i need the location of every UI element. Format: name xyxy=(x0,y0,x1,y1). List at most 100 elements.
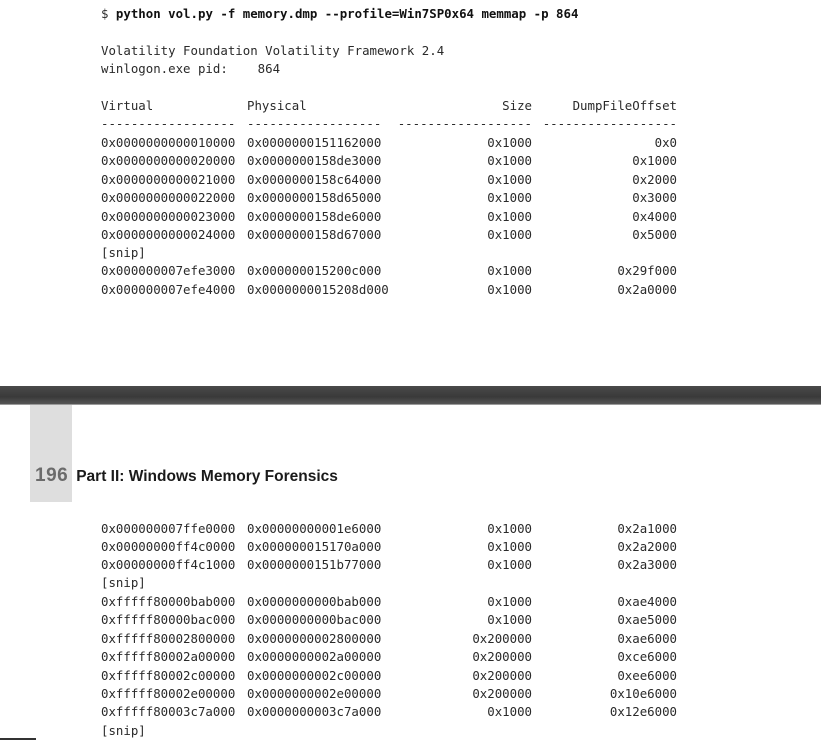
page-break-shadow xyxy=(0,404,821,405)
table-row: 0xfffff80000bac000 0x0000000000bac000 0x10… xyxy=(0,611,821,630)
table-separator-row: ------------------ ------------------ --… xyxy=(0,115,821,134)
cell-physical: 0x0000000158de3000 xyxy=(247,153,382,169)
table-row: 0xfffff80002a00000 0x0000000002a00000 0x20… xyxy=(0,648,821,667)
cell-dumpfileoffset: 0x2000 xyxy=(632,171,677,187)
cell-size: 0x200000 xyxy=(472,686,532,701)
table-row: 0x0000000000023000 0x0000000158de6000 0x10… xyxy=(0,208,821,227)
cell-dumpfileoffset: 0xae6000 xyxy=(617,630,677,646)
snip-marker: [snip] xyxy=(101,245,146,260)
cell-size: 0x1000 xyxy=(487,557,532,573)
cell-physical: 0x00000000001e6000 xyxy=(247,521,382,536)
cell-dumpfileoffset: 0x2a2000 xyxy=(617,539,677,555)
cell-virtual: 0x00000000ff4c0000 xyxy=(101,539,236,555)
cell-virtual: 0x000000007ffe0000 xyxy=(101,521,236,536)
page-number: 196 xyxy=(35,465,69,486)
cell-size: 0x1000 xyxy=(487,594,532,609)
cell-dumpfileoffset: 0x2a0000 xyxy=(617,281,677,297)
cell-size: 0x1000 xyxy=(487,190,532,206)
cell-physical: 0x0000000158de6000 xyxy=(247,208,382,224)
pid-line: winlogon.exe pid: 864 xyxy=(101,60,280,79)
cell-virtual: 0x0000000000010000 xyxy=(101,135,236,150)
separator-virtual: ------------------ xyxy=(101,116,236,131)
running-header: 196 Part II: Windows Memory Forensics xyxy=(35,465,338,487)
command-line: $ python vol.py -f memory.dmp --profile=… xyxy=(101,5,578,24)
cell-size: 0x1000 xyxy=(487,539,532,555)
table-row: 0x0000000000024000 0x0000000158d67000 0x10… xyxy=(0,226,821,245)
top-page-fragment: $ python vol.py -f memory.dmp --profile=… xyxy=(0,0,821,386)
cell-physical: 0x0000000158c64000 xyxy=(247,171,382,187)
separator-physical: ------------------ xyxy=(247,116,382,131)
cell-dumpfileoffset: 0x4000 xyxy=(632,208,677,224)
cell-physical: 0x0000000003c7a000 xyxy=(247,704,382,720)
cell-dumpfileoffset: 0x2a3000 xyxy=(617,557,677,573)
cell-physical: 0x0000000000bac000 xyxy=(247,612,382,628)
cell-virtual: 0x0000000000020000 xyxy=(101,153,236,169)
cell-physical: 0x0000000015208d000 xyxy=(247,281,389,297)
cell-dumpfileoffset: 0x3000 xyxy=(632,190,677,206)
page-break-bar xyxy=(0,386,821,404)
cell-dumpfileoffset: 0x12e6000 xyxy=(609,704,677,720)
cell-physical: 0x0000000002800000 xyxy=(247,630,382,646)
cell-virtual: 0xfffff80002e00000 xyxy=(101,686,236,701)
table-row: 0x00000000ff4c0000 0x000000015170a000 0x10… xyxy=(0,538,821,557)
pid-label: winlogon.exe pid: xyxy=(101,61,228,76)
table-row: 0x000000007efe4000 0x0000000015208d000 0x1… xyxy=(0,281,821,300)
cell-size: 0x1000 xyxy=(487,612,532,628)
table-row: 0x0000000000021000 0x0000000158c64000 0x10… xyxy=(0,171,821,190)
cell-physical: 0x0000000158d65000 xyxy=(247,190,382,206)
command-text: python vol.py -f memory.dmp --profile=Wi… xyxy=(115,6,579,21)
snip-marker: [snip] xyxy=(101,723,146,738)
table-row: 0x000000007efe3000 0x000000015200c000 0x10… xyxy=(0,262,821,281)
cell-dumpfileoffset: 0x0 xyxy=(654,135,677,150)
cell-physical: 0x0000000151162000 xyxy=(247,135,382,150)
cell-virtual: 0x0000000000021000 xyxy=(101,171,236,187)
table-row: 0xfffff80003c7a000 0x0000000003c7a000 0x10… xyxy=(0,703,821,722)
cell-physical: 0x0000000002c00000 xyxy=(247,667,382,683)
table-row: 0x0000000000010000 0x0000000151162000 0x10… xyxy=(0,134,821,153)
cell-size: 0x1000 xyxy=(487,135,532,150)
header-virtual: Virtual xyxy=(101,98,154,113)
cell-size: 0x1000 xyxy=(487,153,532,169)
cell-size: 0x1000 xyxy=(487,521,532,536)
cell-physical: 0x0000000000bab000 xyxy=(247,594,382,609)
volatility-banner: Volatility Foundation Volatility Framewo… xyxy=(101,43,445,58)
cell-dumpfileoffset: 0x5000 xyxy=(632,227,677,242)
header-size: Size xyxy=(502,98,532,113)
cell-dumpfileoffset: 0x1000 xyxy=(632,153,677,169)
cell-size: 0x1000 xyxy=(487,208,532,224)
cell-physical: 0x0000000002a00000 xyxy=(247,649,382,665)
cell-physical: 0x0000000151b77000 xyxy=(247,557,382,573)
cell-size: 0x1000 xyxy=(487,704,532,720)
cell-physical: 0x0000000158d67000 xyxy=(247,227,382,242)
cell-dumpfileoffset: 0x29f000 xyxy=(617,263,677,278)
cell-size: 0x200000 xyxy=(472,630,532,646)
table-row: 0xfffff80002e00000 0x0000000002e00000 0x20… xyxy=(0,685,821,704)
cell-virtual: 0x000000007efe3000 xyxy=(101,263,236,278)
cell-dumpfileoffset: 0x10e6000 xyxy=(609,686,677,701)
cell-physical: 0x000000015200c000 xyxy=(247,263,382,278)
cell-size: 0x200000 xyxy=(472,667,532,683)
table-row: 0x000000007ffe0000 0x00000000001e6000 0x10… xyxy=(0,520,821,539)
cell-virtual: 0x0000000000022000 xyxy=(101,190,236,206)
cell-virtual: 0x0000000000024000 xyxy=(101,227,236,242)
cell-virtual: 0xfffff80002800000 xyxy=(101,630,236,646)
table-row: 0x00000000ff4c1000 0x0000000151b77000 0x10… xyxy=(0,556,821,575)
table-row: 0x0000000000022000 0x0000000158d65000 0x10… xyxy=(0,189,821,208)
separator-offset: ------------------ xyxy=(542,116,677,131)
cell-dumpfileoffset: 0xce6000 xyxy=(617,649,677,665)
cell-physical: 0x000000015170a000 xyxy=(247,539,382,555)
table-row: 0x0000000000020000 0x0000000158de3000 0x10… xyxy=(0,152,821,171)
cell-virtual: 0xfffff80002a00000 xyxy=(101,649,236,665)
table-row: 0xfffff80002800000 0x0000000002800000 0x20… xyxy=(0,630,821,649)
cell-size: 0x1000 xyxy=(487,281,532,297)
cell-dumpfileoffset: 0xee6000 xyxy=(617,667,677,683)
pid-value: 864 xyxy=(257,61,281,76)
cell-size: 0x200000 xyxy=(472,649,532,665)
header-dumpfileoffset: DumpFileOffset xyxy=(572,98,677,113)
table-row: 0xfffff80002c00000 0x0000000002c00000 0x20… xyxy=(0,667,821,686)
cell-dumpfileoffset: 0x2a1000 xyxy=(617,521,677,536)
footer-rule xyxy=(0,738,36,740)
header-physical: Physical xyxy=(247,98,307,113)
cell-size: 0x1000 xyxy=(487,171,532,187)
table-row: 0xfffff80000bab000 0x0000000000bab000 0x10… xyxy=(0,593,821,612)
